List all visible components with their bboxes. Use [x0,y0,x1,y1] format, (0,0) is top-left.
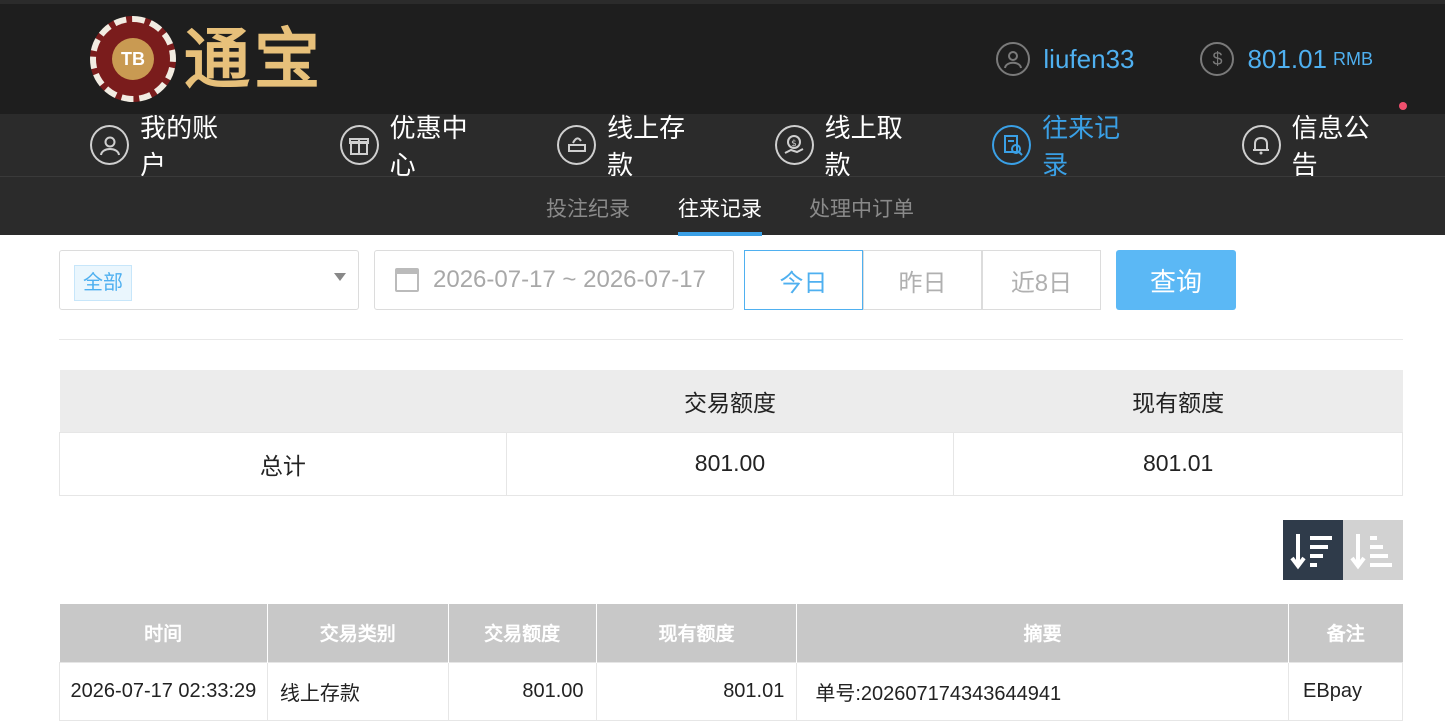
user-account[interactable]: liufen33 [996,42,1134,76]
cell-remark: EBpay [1288,661,1403,721]
summary-total-row: 总计 801.00 801.01 [59,431,1403,496]
summary-header-row: 交易额度 现有额度 [59,370,1403,432]
nav-label: 我的账户 [140,113,219,180]
calendar-icon [395,268,419,292]
type-select[interactable]: 全部 [59,250,359,310]
col-header-type[interactable]: 交易类别 [266,604,449,662]
tab-pending-orders[interactable]: 处理中订单 [809,193,914,223]
username[interactable]: liufen33 [1043,44,1134,75]
range-8days-button[interactable]: 近8日 [982,250,1101,310]
balance-display: $ 801.01 RMB [1200,42,1373,76]
summary-header-current: 现有额度 [953,370,1403,432]
dollar-icon: $ [1200,42,1235,76]
cell-type: 线上存款 [266,661,449,721]
divider [59,339,1403,340]
table-row[interactable]: 2026-07-17 02:33:29 线上存款 801.00 801.01 单… [59,661,1403,721]
nav-item-promotions[interactable]: 优惠中心 [339,108,492,182]
site-logo[interactable]: TB 通宝 [90,16,324,102]
caret-down-icon [334,273,346,281]
summary-header-trade: 交易额度 [506,370,954,432]
svg-text:$: $ [791,139,797,149]
query-button[interactable]: 查询 [1116,250,1236,310]
sub-nav: 投注纪录 往来记录 处理中订单 [0,176,1445,236]
record-icon [992,125,1032,165]
sort-asc-button[interactable] [1343,520,1403,580]
col-header-summary[interactable]: 摘要 [796,604,1289,662]
deposit-icon [557,125,597,165]
records-header-row: 时间 交易类别 交易额度 现有额度 摘要 备注 [59,604,1403,662]
sort-controls [1283,520,1403,580]
nav-item-announcements[interactable]: 信息公告 [1241,102,1407,182]
logo-badge: TB [112,38,154,80]
main-nav: 我的账户 优惠中心 线上存款 $ 线上取款 往来记录 信息公告 [0,102,1445,180]
nav-label: 线上取款 [824,113,903,180]
nav-item-records[interactable]: 往来记录 [992,108,1144,182]
cell-summary: 单号:202607174343644941 [796,661,1290,721]
nav-item-online-deposit[interactable]: 线上存款 [557,108,709,182]
range-today-button[interactable]: 今日 [744,250,863,310]
bell-icon [1241,125,1281,165]
nav-label: 信息公告 [1291,113,1370,180]
col-header-remark[interactable]: 备注 [1288,604,1403,662]
nav-item-my-account[interactable]: 我的账户 [90,108,242,182]
cell-amount: 801.00 [447,661,597,721]
tab-transactions[interactable]: 往来记录 [678,193,762,223]
nav-label: 优惠中心 [389,113,468,180]
tab-bet-records[interactable]: 投注纪录 [546,193,630,223]
logo-text: 通宝 [184,20,324,98]
selected-type-tag: 全部 [74,265,132,301]
summary-trade-amount: 801.00 [505,431,955,496]
notification-dot [1399,102,1407,110]
top-header: TB 通宝 liufen33 $ 801.01 RMB [0,0,1445,114]
nav-label: 线上存款 [607,113,686,180]
nav-label: 往来记录 [1042,113,1121,180]
cell-balance: 801.01 [595,661,798,721]
summary-header-empty [59,370,507,432]
withdraw-icon: $ [774,125,814,165]
col-header-balance[interactable]: 现有额度 [595,604,797,662]
sort-desc-button[interactable] [1283,520,1343,580]
range-yesterday-button[interactable]: 昨日 [863,250,982,310]
summary-total-label: 总计 [59,431,507,496]
records-table: 时间 交易类别 交易额度 现有额度 摘要 备注 2026-07-17 02:33… [59,604,1403,721]
col-header-amount[interactable]: 交易额度 [447,604,597,662]
date-range-picker[interactable]: 2026-07-17 ~ 2026-07-17 [374,250,734,310]
gift-icon [339,125,379,165]
user-icon [90,125,130,165]
currency-label: RMB [1333,48,1373,69]
sort-asc-icon [1350,534,1392,570]
balance-value: 801.01 [1247,43,1327,74]
logo-chip-icon: TB [90,16,176,102]
user-area: liufen33 $ 801.01 RMB [930,42,1373,76]
date-range-value: 2026-07-17 ~ 2026-07-17 [433,266,706,293]
nav-item-online-withdraw[interactable]: $ 线上取款 [774,108,927,182]
cell-time: 2026-07-17 02:33:29 [59,661,268,721]
summary-current-amount: 801.01 [953,431,1403,496]
summary-table: 交易额度 现有额度 总计 801.00 801.01 [59,370,1403,496]
sort-desc-icon [1290,534,1332,570]
user-icon [996,42,1031,76]
col-header-time[interactable]: 时间 [59,604,268,662]
active-tab-underline [678,232,762,236]
